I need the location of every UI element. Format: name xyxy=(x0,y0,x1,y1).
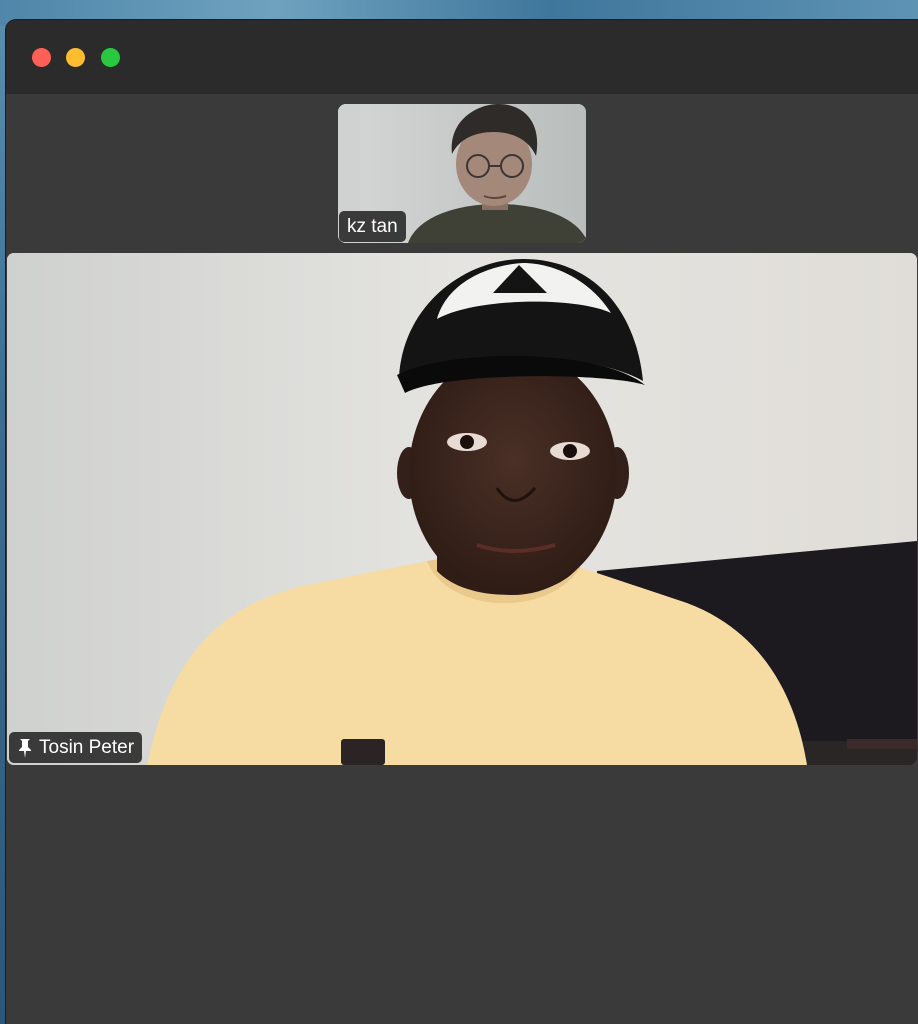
participant-name-label: kz tan xyxy=(339,211,406,242)
participant-video-primary xyxy=(7,253,917,765)
participant-name: kz tan xyxy=(347,215,398,237)
participant-tile-primary[interactable]: Tosin Peter xyxy=(7,253,917,765)
participant-name-label: Tosin Peter xyxy=(9,732,143,763)
participant-tile-secondary[interactable]: kz tan xyxy=(338,104,586,243)
minimize-window-button[interactable] xyxy=(66,48,85,67)
maximize-window-button[interactable] xyxy=(101,48,120,67)
close-window-button[interactable] xyxy=(32,48,51,67)
video-call-window: kz tan Tosin Peter xyxy=(6,20,918,1024)
title-bar[interactable] xyxy=(6,20,918,94)
empty-stage-area xyxy=(6,765,918,1024)
pin-icon[interactable] xyxy=(17,738,33,758)
participant-name: Tosin Peter xyxy=(39,736,135,758)
